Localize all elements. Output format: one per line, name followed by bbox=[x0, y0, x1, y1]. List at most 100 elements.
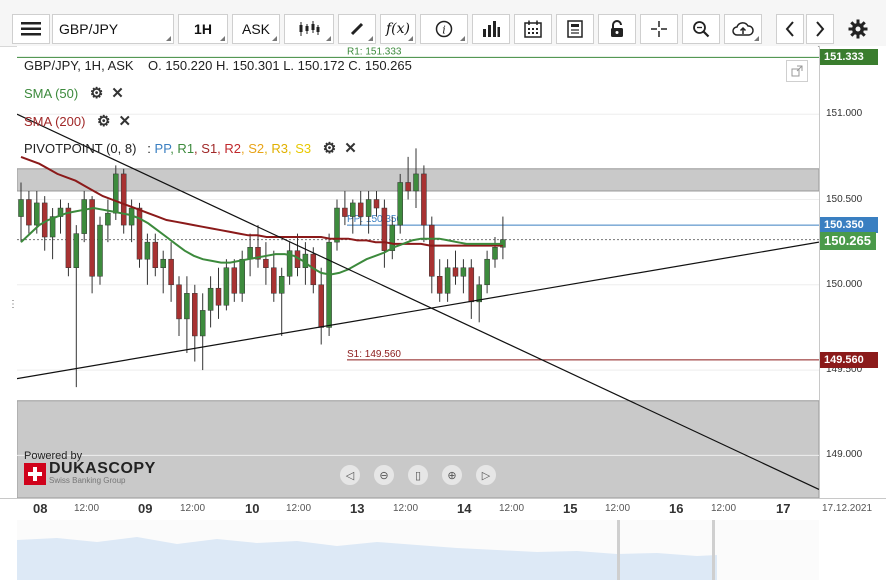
pivot-r1-label: R1: 151.333 bbox=[347, 46, 402, 57]
time-axis-day: 15 bbox=[563, 501, 578, 516]
lock-icon[interactable] bbox=[598, 14, 636, 44]
candle-body bbox=[318, 284, 324, 328]
candle-body bbox=[176, 284, 182, 320]
scroll-left-icon[interactable]: ◁ bbox=[339, 464, 361, 486]
price-tick: 151.000 bbox=[826, 108, 863, 120]
price-tick: 150.000 bbox=[826, 278, 863, 290]
close-icon[interactable]: ✕ bbox=[344, 139, 357, 157]
time-axis-day: 17 bbox=[776, 501, 791, 516]
settings-gear-icon[interactable] bbox=[842, 14, 874, 44]
panel-resize-handle[interactable]: ⋮ bbox=[8, 300, 18, 322]
time-axis-date: 17.12.2021 bbox=[822, 503, 873, 514]
candle-body bbox=[152, 241, 159, 268]
price-tick: 150.500 bbox=[826, 193, 863, 205]
drawing-pencil-icon[interactable] bbox=[338, 14, 376, 44]
symbol-label: GBP/JPY bbox=[59, 21, 119, 37]
chart-toolbar: GBP/JPY 1H ASK f(x) i bbox=[0, 0, 886, 47]
price-axis[interactable]: 151.000 150.500 150.000 149.500 149.000 151.3… bbox=[819, 46, 886, 498]
svg-text:i: i bbox=[442, 24, 446, 37]
fx-label: f(x) bbox=[385, 21, 410, 37]
candle-body bbox=[460, 267, 467, 277]
scroll-right-icon[interactable]: ▷ bbox=[475, 464, 497, 486]
candle-body bbox=[120, 173, 127, 226]
swiss-cross-icon bbox=[24, 462, 46, 485]
sma50-label: SMA (50) bbox=[24, 86, 79, 101]
pivot-items: PP, R1, S1, R2, S2, R3, S3 bbox=[155, 141, 312, 156]
price-chart[interactable]: R1: 151.333PP: 150.350S1: 149.560 bbox=[17, 46, 819, 498]
hamburger-menu-icon[interactable] bbox=[12, 14, 50, 44]
arrow-left-icon[interactable] bbox=[776, 14, 804, 44]
news-document-icon[interactable] bbox=[556, 14, 594, 44]
time-axis-day: 09 bbox=[138, 501, 153, 516]
pivot-legend: PIVOTPOINT (0, 8) : PP, R1, S1, R2, S2, … bbox=[24, 139, 357, 157]
price-badge: 149.560 bbox=[820, 351, 878, 368]
candle-body bbox=[397, 182, 403, 226]
time-axis-time: 12:00 bbox=[605, 503, 631, 514]
time-axis-time: 12:00 bbox=[180, 503, 206, 514]
info-icon[interactable]: i bbox=[420, 14, 468, 44]
symbol-selector[interactable]: GBP/JPY bbox=[52, 14, 174, 44]
zoom-out-icon[interactable]: ⊖ bbox=[373, 464, 395, 486]
candle-body bbox=[444, 267, 451, 294]
candle-body bbox=[271, 267, 277, 294]
expand-icon[interactable] bbox=[786, 60, 808, 82]
candle-body bbox=[207, 287, 214, 311]
navigator-handle[interactable] bbox=[712, 520, 715, 580]
candle-body bbox=[492, 247, 498, 260]
gear-icon[interactable]: ⚙ bbox=[323, 139, 336, 157]
candle-body bbox=[65, 207, 72, 268]
candle-body bbox=[26, 199, 32, 226]
crosshair-icon[interactable] bbox=[640, 14, 678, 44]
time-axis-time: 12:00 bbox=[711, 503, 737, 514]
zoom-search-icon[interactable] bbox=[682, 14, 720, 44]
candlestick-type-icon[interactable] bbox=[284, 14, 334, 44]
close-icon[interactable]: ✕ bbox=[119, 112, 132, 130]
pivot-legend-pp: PP bbox=[154, 141, 171, 156]
candle-body bbox=[357, 202, 364, 217]
navigator-graph bbox=[17, 520, 717, 580]
function-fx-icon[interactable]: f(x) bbox=[380, 14, 416, 44]
candle-body bbox=[18, 199, 24, 217]
trend-line-2 bbox=[17, 241, 819, 380]
candle-body bbox=[89, 199, 95, 277]
cloud-upload-icon[interactable] bbox=[724, 14, 762, 44]
candle-body bbox=[34, 202, 40, 226]
candle-body bbox=[468, 267, 475, 303]
price-tick: 149.000 bbox=[826, 449, 863, 461]
gear-icon[interactable]: ⚙ bbox=[97, 112, 110, 130]
ohlc-legend: GBP/JPY, 1H, ASK O. 150.220 H. 150.301 L… bbox=[24, 58, 412, 73]
side-label: ASK bbox=[241, 21, 270, 37]
time-axis-time: 12:00 bbox=[74, 503, 100, 514]
candle-body bbox=[263, 258, 269, 268]
candle-body bbox=[144, 241, 151, 260]
side-selector[interactable]: ASK bbox=[232, 14, 280, 44]
navigator-handle[interactable] bbox=[617, 520, 620, 580]
close-icon[interactable]: ✕ bbox=[111, 84, 124, 102]
overview-navigator[interactable] bbox=[17, 520, 819, 580]
candle-body bbox=[278, 276, 285, 294]
candle-body bbox=[199, 310, 206, 337]
candle-body bbox=[429, 224, 435, 277]
chart-plot-area[interactable]: R1: 151.333 PP: 150.350 S1: 149.560 bbox=[17, 46, 819, 498]
timeframe-selector[interactable]: 1H bbox=[178, 14, 228, 44]
time-axis-day: 14 bbox=[457, 501, 472, 516]
gear-icon[interactable]: ⚙ bbox=[90, 84, 103, 102]
sma50-legend: SMA (50) ⚙ ✕ bbox=[24, 84, 124, 102]
dukascopy-logo: DUKASCOPY Swiss Banking Group bbox=[24, 461, 156, 485]
candle-body bbox=[136, 207, 143, 260]
reset-zoom-icon[interactable]: ▯ bbox=[407, 464, 429, 486]
candle-body bbox=[436, 276, 443, 294]
candle-body bbox=[326, 241, 332, 328]
price-badge: 151.333 bbox=[820, 49, 878, 66]
candle-body bbox=[381, 207, 388, 251]
candle-body bbox=[168, 258, 174, 286]
candle-body bbox=[342, 207, 348, 217]
arrow-right-icon[interactable] bbox=[806, 14, 834, 44]
calendar-icon[interactable] bbox=[514, 14, 552, 44]
candle-body bbox=[350, 202, 356, 217]
volume-bars-icon[interactable] bbox=[472, 14, 510, 44]
sma200-legend: SMA (200) ⚙ ✕ bbox=[24, 112, 131, 130]
zoom-in-icon[interactable]: ⊕ bbox=[441, 464, 463, 486]
brand-tagline: Swiss Banking Group bbox=[49, 476, 126, 485]
candle-body bbox=[365, 199, 372, 217]
